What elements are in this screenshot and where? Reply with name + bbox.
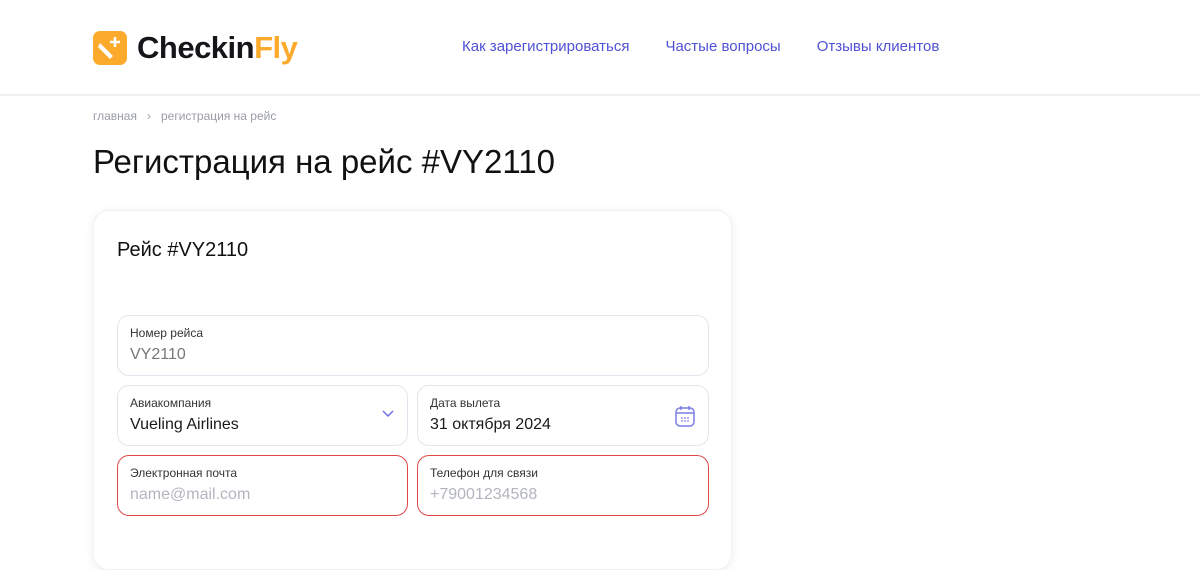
nav-reviews[interactable]: Отзывы клиентов: [817, 38, 940, 55]
flight-number-field[interactable]: Номер рейса VY2110: [117, 315, 709, 376]
phone-input[interactable]: +79001234568: [430, 486, 696, 504]
departure-date-field[interactable]: Дата вылета 31 октября 2024: [417, 385, 709, 446]
date-value: 31 октября 2024: [430, 416, 551, 433]
flight-number-label: Номер рейса: [130, 326, 203, 340]
email-label: Электронная почта: [130, 466, 238, 480]
main-nav: Как зарегистрироваться Частые вопросы От…: [462, 38, 939, 55]
logo[interactable]: CheckinFly: [93, 30, 298, 66]
breadcrumb-current: регистрация на рейс: [160, 109, 277, 123]
nav-how-to-register[interactable]: Как зарегистрироваться: [462, 38, 629, 55]
header: CheckinFly Как зарегистрироваться Частые…: [0, 0, 1200, 96]
logo-text-accent: Fly: [254, 30, 298, 65]
breadcrumb-separator: ›: [146, 109, 151, 123]
breadcrumb: главная › регистрация на рейс: [93, 109, 276, 123]
airline-label: Авиакомпания: [130, 396, 212, 410]
logo-text: Checkin: [137, 30, 255, 65]
page-title: Регистрация на рейс #VY2110: [93, 143, 555, 180]
nav-faq[interactable]: Частые вопросы: [665, 38, 780, 55]
chevron-down-icon: [382, 410, 394, 418]
breadcrumb-home[interactable]: главная: [93, 109, 137, 123]
airline-select[interactable]: Авиакомпания Vueling Airlines: [117, 385, 408, 446]
card-title: Рейс #VY2110: [117, 239, 249, 261]
date-label: Дата вылета: [430, 396, 501, 410]
flight-number-value: VY2110: [130, 346, 186, 363]
phone-field[interactable]: Телефон для связи +79001234568: [417, 455, 709, 516]
airline-value: Vueling Airlines: [130, 416, 239, 433]
email-field[interactable]: Электронная почта name@mail.com: [117, 455, 408, 516]
email-input[interactable]: name@mail.com: [130, 486, 395, 504]
calendar-icon[interactable]: [674, 404, 696, 428]
flight-form-card: Рейс #VY2110 Номер рейса VY2110 Авиакомп…: [93, 210, 732, 570]
phone-label: Телефон для связи: [430, 466, 538, 480]
logo-plane-icon: [93, 31, 127, 65]
